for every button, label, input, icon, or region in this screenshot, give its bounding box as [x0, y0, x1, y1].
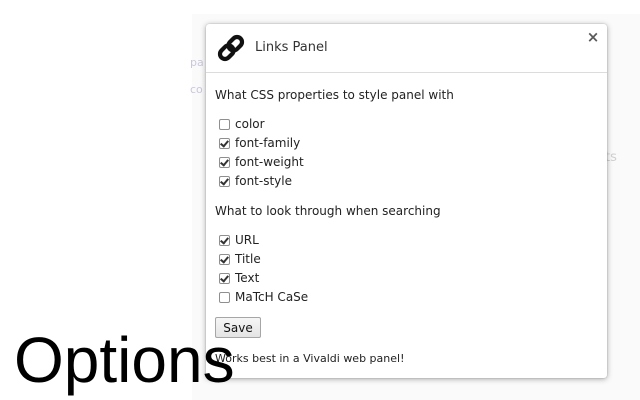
background-text-fragment: co — [190, 83, 203, 96]
option-font-style[interactable]: font-style — [219, 173, 292, 189]
links-panel-dialog: Links Panel × What CSS properties to sty… — [206, 24, 607, 378]
chain-link-icon — [217, 34, 245, 62]
option-title[interactable]: Title — [219, 251, 261, 267]
page-title: Options — [14, 324, 235, 396]
option-label: font-family — [235, 136, 301, 150]
option-label: font-weight — [235, 155, 304, 169]
checkbox-url[interactable] — [219, 234, 230, 246]
background-text-fragment: pa — [190, 56, 204, 69]
option-text[interactable]: Text — [219, 270, 259, 286]
checkbox-font-family[interactable] — [219, 137, 230, 149]
option-label: color — [235, 117, 265, 131]
footer-note: Works best in a Vivaldi web panel! — [215, 352, 405, 365]
close-button[interactable]: × — [585, 29, 601, 45]
checkbox-title[interactable] — [219, 253, 230, 265]
checkbox-font-style[interactable] — [219, 175, 230, 187]
dialog-title: Links Panel — [255, 40, 328, 55]
option-color[interactable]: color — [219, 116, 265, 132]
option-label: font-style — [235, 174, 292, 188]
option-label: URL — [235, 233, 259, 247]
option-label: MaTcH CaSe — [235, 290, 309, 304]
option-match-case[interactable]: MaTcH CaSe — [219, 289, 308, 305]
checkbox-font-weight[interactable] — [219, 156, 230, 168]
checkbox-text[interactable] — [219, 272, 230, 284]
option-font-family[interactable]: font-family — [219, 135, 300, 151]
dialog-header: Links Panel × — [206, 24, 607, 73]
css-properties-label: What CSS properties to style panel with — [215, 88, 454, 102]
search-scope-label: What to look through when searching — [215, 204, 441, 218]
option-label: Title — [235, 252, 261, 266]
option-font-weight[interactable]: font-weight — [219, 154, 304, 170]
checkbox-color[interactable] — [219, 118, 230, 130]
checkbox-match-case[interactable] — [219, 291, 230, 303]
option-url[interactable]: URL — [219, 232, 259, 248]
option-label: Text — [235, 271, 260, 285]
